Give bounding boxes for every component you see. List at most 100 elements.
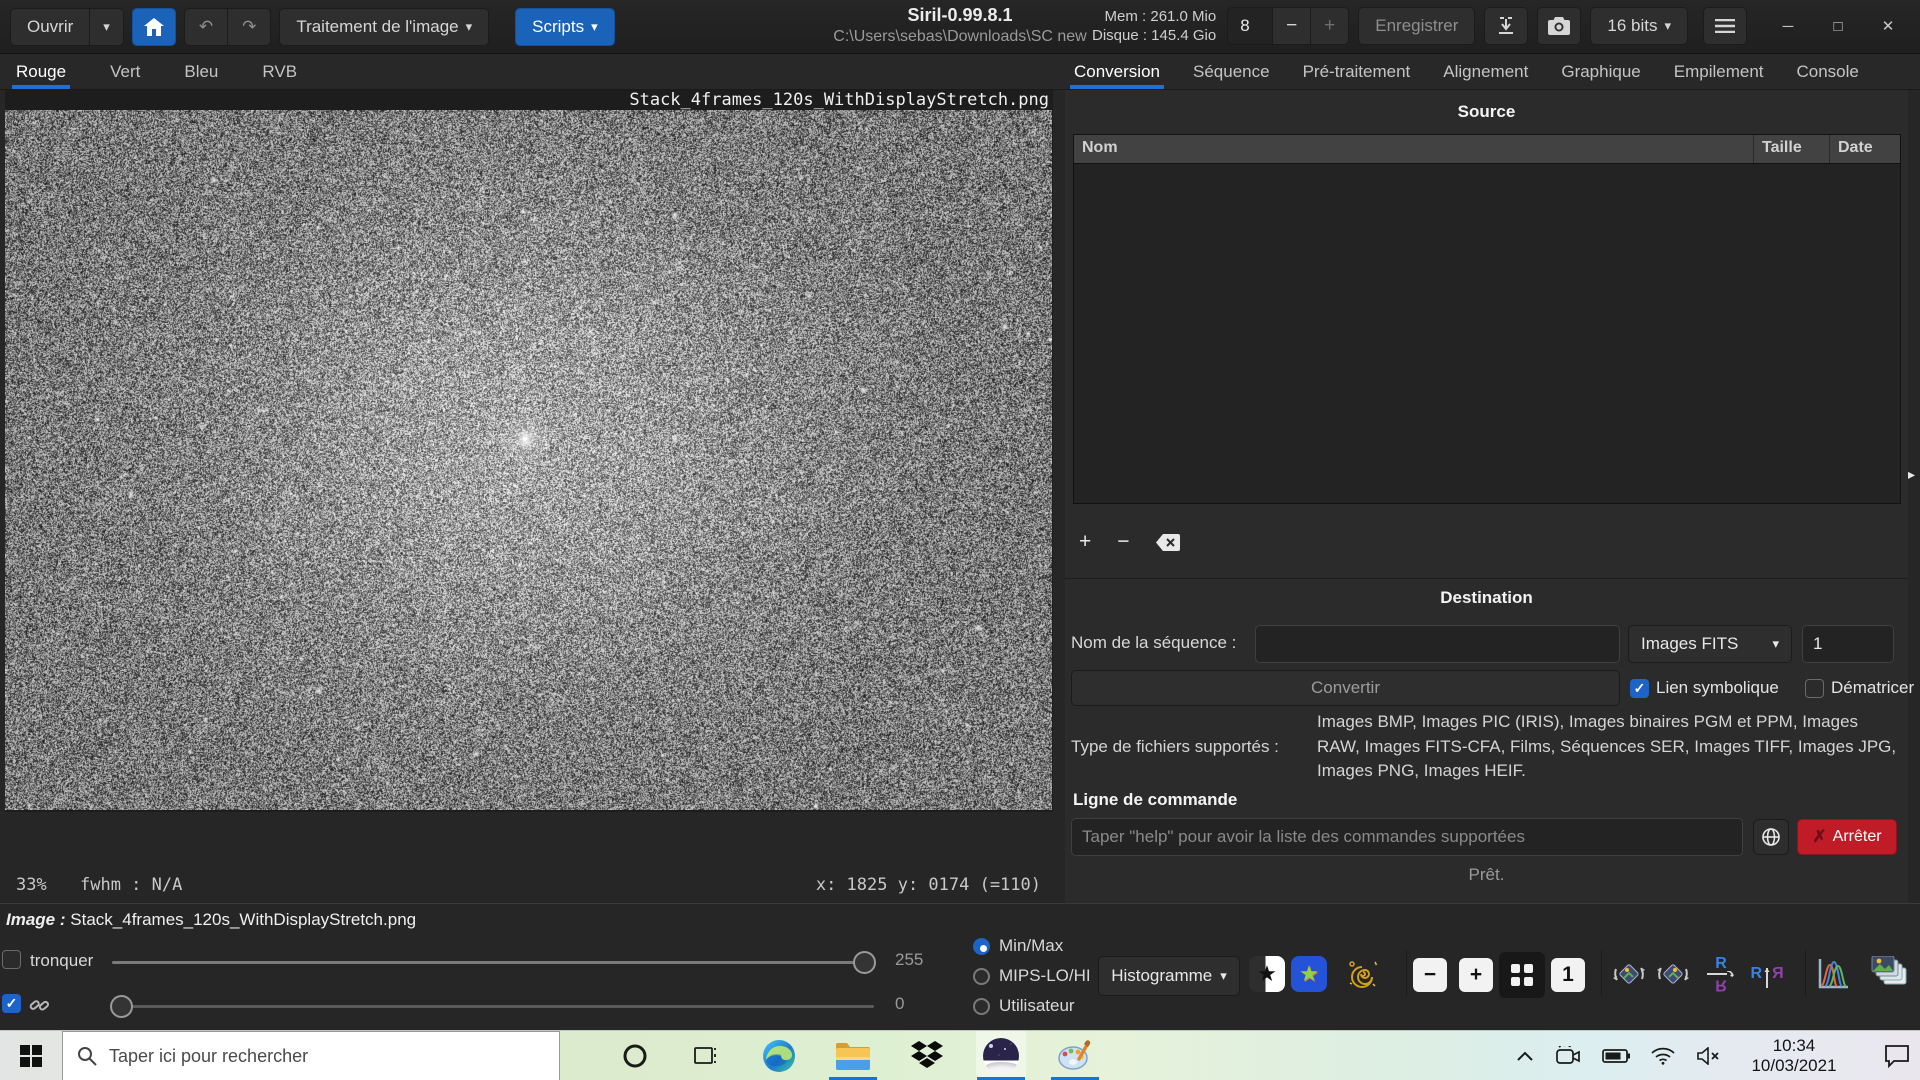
home-button[interactable] bbox=[132, 8, 176, 46]
clock-time: 10:34 bbox=[1773, 1036, 1816, 1055]
tray-camera-icon[interactable] bbox=[1555, 1046, 1581, 1066]
stop-button[interactable]: ✗ Arrêter bbox=[1797, 819, 1897, 855]
tab-pre-traitement[interactable]: Pré-traitement bbox=[1303, 55, 1411, 89]
column-header-nom[interactable]: Nom bbox=[1074, 135, 1754, 163]
starfield-canvas[interactable] bbox=[5, 110, 1052, 810]
image-viewer[interactable]: Stack_4frames_120s_WithDisplayStretch.pn… bbox=[5, 90, 1053, 812]
fit-to-window-button[interactable] bbox=[1499, 952, 1545, 998]
source-heading: Source bbox=[1065, 102, 1908, 122]
false-color-button[interactable]: ★ bbox=[1289, 954, 1329, 994]
high-slider-handle[interactable] bbox=[853, 951, 876, 974]
mode-minmax[interactable]: Min/Max bbox=[973, 936, 1091, 956]
column-header-date[interactable]: Date bbox=[1830, 135, 1900, 163]
tray-chevron-icon[interactable] bbox=[1516, 1050, 1534, 1062]
output-format-dropdown[interactable]: Images FITS ▾ bbox=[1628, 625, 1792, 663]
mips-radio[interactable] bbox=[973, 968, 990, 985]
open-button[interactable]: Ouvrir bbox=[10, 8, 90, 46]
clip-checkbox[interactable] bbox=[2, 950, 21, 969]
clear-list-button[interactable] bbox=[1156, 534, 1180, 551]
rotate-left-button[interactable] bbox=[1609, 954, 1649, 994]
mode-utilisateur[interactable]: Utilisateur bbox=[973, 996, 1091, 1016]
hamburger-menu-button[interactable] bbox=[1703, 7, 1747, 45]
restore-button[interactable]: □ bbox=[1816, 6, 1860, 46]
low-level-slider[interactable] bbox=[112, 994, 874, 1018]
start-button[interactable] bbox=[0, 1031, 62, 1080]
siril-taskbar-button[interactable] bbox=[976, 1031, 1026, 1080]
zoom-100-button[interactable]: 1 bbox=[1551, 958, 1585, 992]
redo-button[interactable]: ↷ bbox=[228, 8, 271, 46]
cortana-button[interactable] bbox=[610, 1031, 660, 1080]
stretch-mode-dropdown[interactable]: Histogramme ▾ bbox=[1098, 956, 1240, 996]
astrometry-button[interactable] bbox=[1343, 954, 1383, 994]
tab-graphique[interactable]: Graphique bbox=[1561, 55, 1640, 89]
threads-value[interactable] bbox=[1227, 7, 1273, 45]
threads-minus-button[interactable]: − bbox=[1273, 7, 1311, 45]
edge-button[interactable] bbox=[754, 1031, 804, 1080]
paint-button[interactable] bbox=[1050, 1031, 1100, 1080]
debayer-checkbox[interactable] bbox=[1805, 679, 1824, 698]
convert-button[interactable]: Convertir bbox=[1071, 670, 1620, 706]
tab-alignement[interactable]: Alignement bbox=[1443, 55, 1528, 89]
scripts-menu-button[interactable]: Scripts▾ bbox=[515, 8, 615, 46]
flip-vertical-button[interactable]: R R bbox=[1701, 954, 1741, 994]
tab-bleu[interactable]: Bleu bbox=[184, 55, 218, 89]
zoom-in-button[interactable]: + bbox=[1459, 958, 1493, 992]
tray-clock[interactable]: 10:34 10/03/2021 bbox=[1741, 1036, 1847, 1077]
task-view-button[interactable] bbox=[682, 1031, 732, 1080]
bitdepth-dropdown[interactable]: 16 bits▾ bbox=[1590, 7, 1688, 45]
tab-console[interactable]: Console bbox=[1797, 55, 1859, 89]
utilisateur-radio[interactable] bbox=[973, 998, 990, 1015]
zoom-out-button[interactable]: − bbox=[1413, 958, 1447, 992]
low-slider-handle[interactable] bbox=[110, 995, 133, 1018]
tray-battery-icon[interactable] bbox=[1602, 1048, 1630, 1064]
rotate-right-button[interactable] bbox=[1653, 954, 1693, 994]
add-files-button[interactable]: + bbox=[1079, 530, 1091, 554]
high-level-slider[interactable] bbox=[112, 950, 874, 974]
taskbar-search[interactable] bbox=[62, 1031, 560, 1080]
debayer-checkbox-row[interactable]: Dématricer bbox=[1805, 678, 1914, 698]
globe-icon bbox=[1761, 827, 1781, 847]
undo-button[interactable]: ↶ bbox=[184, 8, 228, 46]
mode-mips[interactable]: MIPS-LO/HI bbox=[973, 966, 1091, 986]
action-center-icon[interactable] bbox=[1884, 1044, 1910, 1068]
tray-wifi-icon[interactable] bbox=[1651, 1047, 1675, 1065]
source-file-table[interactable]: Nom Taille Date bbox=[1073, 134, 1901, 504]
command-help-button[interactable] bbox=[1753, 819, 1789, 855]
image-processing-menu-button[interactable]: Traitement de l'image▾ bbox=[279, 8, 489, 46]
sequence-frames-button[interactable] bbox=[1869, 954, 1909, 994]
search-input[interactable] bbox=[109, 1046, 489, 1067]
symlink-checkbox[interactable]: ✓ bbox=[1630, 679, 1649, 698]
sequence-name-input[interactable] bbox=[1255, 625, 1620, 663]
tab-rvb[interactable]: RVB bbox=[262, 55, 297, 89]
tray-mute-icon[interactable] bbox=[1696, 1047, 1720, 1065]
tab-empilement[interactable]: Empilement bbox=[1674, 55, 1764, 89]
minmax-radio[interactable] bbox=[973, 938, 990, 955]
open-button-group: Ouvrir ▾ bbox=[10, 8, 124, 46]
save-button[interactable]: Enregistrer bbox=[1358, 7, 1475, 45]
histogram-transform-button[interactable] bbox=[1813, 954, 1853, 994]
minimize-button[interactable]: ─ bbox=[1766, 6, 1810, 46]
export-icon-button[interactable] bbox=[1484, 7, 1528, 45]
close-button[interactable]: ✕ bbox=[1866, 6, 1910, 46]
flip-horizontal-button[interactable]: R R bbox=[1747, 954, 1787, 994]
tab-conversion[interactable]: Conversion bbox=[1074, 55, 1160, 89]
remove-files-button[interactable]: − bbox=[1117, 530, 1129, 554]
dropbox-button[interactable] bbox=[902, 1031, 952, 1080]
snapshot-button[interactable] bbox=[1537, 7, 1581, 45]
symlink-checkbox-row[interactable]: ✓ Lien symbolique bbox=[1630, 678, 1779, 698]
start-index-input[interactable] bbox=[1802, 625, 1894, 663]
threads-plus-button[interactable]: + bbox=[1311, 7, 1349, 45]
tab-sequence[interactable]: Séquence bbox=[1193, 55, 1270, 89]
column-header-taille[interactable]: Taille bbox=[1754, 135, 1830, 163]
tab-rouge[interactable]: Rouge bbox=[16, 55, 66, 89]
file-explorer-button[interactable] bbox=[828, 1031, 878, 1080]
cursor-coordinates: x: 1825 y: 0174 (=110) bbox=[816, 875, 1041, 895]
negative-view-button[interactable]: ★ bbox=[1247, 954, 1287, 994]
tab-vert[interactable]: Vert bbox=[110, 55, 140, 89]
image-filename: Stack_4frames_120s_WithDisplayStretch.pn… bbox=[70, 910, 416, 929]
link-sliders-checkbox[interactable]: ✓ bbox=[2, 994, 21, 1013]
pane-expander-arrow[interactable]: ▸ bbox=[1908, 466, 1915, 483]
open-dropdown-button[interactable]: ▾ bbox=[90, 8, 124, 46]
histogram-icon bbox=[1816, 957, 1850, 991]
command-input[interactable] bbox=[1071, 818, 1743, 856]
